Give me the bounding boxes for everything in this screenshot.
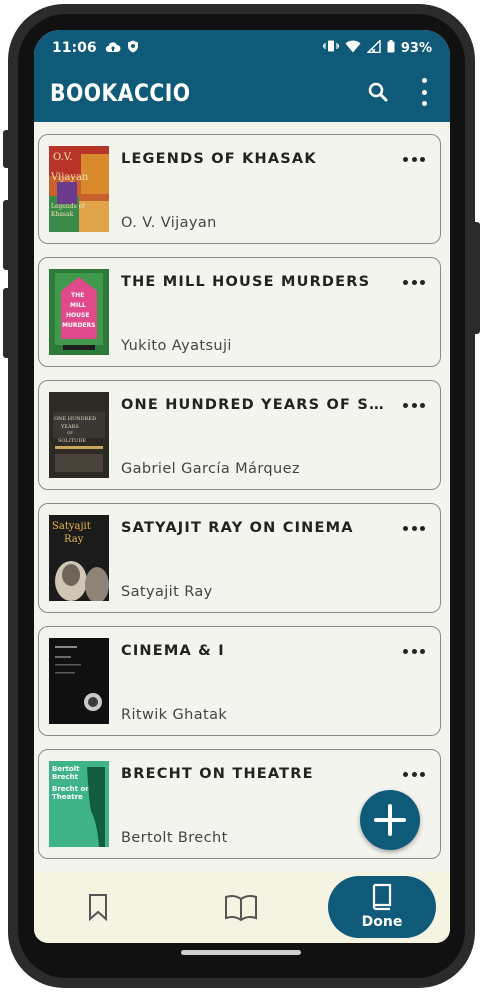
signal-icon bbox=[366, 38, 381, 57]
app-bar: BOOKACCIO bbox=[34, 72, 450, 114]
book-author: Gabriel García Márquez bbox=[121, 461, 300, 477]
cloud-upload-icon bbox=[105, 41, 121, 56]
book-card[interactable]: THE MILL HOUSE MURDERS THE MILL HOUSE MU… bbox=[38, 257, 441, 367]
battery-percent: 93% bbox=[400, 40, 432, 56]
bookmark-icon[interactable] bbox=[84, 892, 112, 922]
one-hundred-years-cover: ONE HUNDRED YEARS OF SOLITUDE bbox=[49, 392, 109, 478]
search-icon[interactable] bbox=[366, 80, 390, 104]
more-horiz-icon[interactable] bbox=[403, 157, 425, 163]
app-title: BOOKACCIO bbox=[50, 79, 191, 107]
status-right-group: 93% bbox=[322, 38, 432, 57]
svg-text:THE: THE bbox=[71, 292, 84, 299]
book-title: THE MILL HOUSE MURDERS bbox=[121, 274, 371, 290]
book-list: O.V. Vijayan Legends of Khasak LEGENDS O… bbox=[34, 122, 450, 872]
svg-text:MILL: MILL bbox=[70, 302, 86, 309]
book-author: Satyajit Ray bbox=[121, 584, 213, 600]
book-title: LEGENDS OF KHASAK bbox=[121, 151, 317, 167]
book-author: Yukito Ayatsuji bbox=[121, 338, 232, 354]
svg-text:O.V.: O.V. bbox=[53, 152, 72, 163]
book-title: CINEMA & I bbox=[121, 643, 225, 659]
book-title: ONE HUNDRED YEARS OF SOLITU... bbox=[121, 397, 389, 413]
more-horiz-icon[interactable] bbox=[403, 772, 425, 778]
brecht-on-theatre-cover: Bertolt Brecht Brecht on Theatre bbox=[49, 761, 109, 847]
cinema-and-i-cover bbox=[49, 638, 109, 724]
book-author: Bertolt Brecht bbox=[121, 830, 228, 846]
book-card[interactable]: Satyajit Ray SATYAJIT RAY ON CINEMA Saty… bbox=[38, 503, 441, 613]
book-icon bbox=[370, 883, 394, 911]
svg-text:Brecht: Brecht bbox=[52, 773, 79, 781]
shield-icon bbox=[127, 40, 139, 56]
legends-of-khasak-cover: O.V. Vijayan Legends of Khasak bbox=[49, 146, 109, 232]
plus-icon bbox=[374, 804, 406, 836]
open-book-icon[interactable] bbox=[224, 892, 257, 922]
book-title: BRECHT ON THEATRE bbox=[121, 766, 314, 782]
more-horiz-icon[interactable] bbox=[403, 280, 425, 286]
top-bar: 11:06 93% BOOKACCIO bbox=[34, 30, 450, 122]
svg-text:Vijayan: Vijayan bbox=[50, 172, 89, 183]
mill-house-murders-cover: THE MILL HOUSE MURDERS bbox=[49, 269, 109, 355]
book-card[interactable]: O.V. Vijayan Legends of Khasak LEGENDS O… bbox=[38, 134, 441, 244]
book-author: Ritwik Ghatak bbox=[121, 707, 228, 723]
svg-text:Legends of: Legends of bbox=[51, 203, 85, 210]
book-author: O. V. Vijayan bbox=[121, 215, 217, 231]
more-horiz-icon[interactable] bbox=[403, 526, 425, 532]
more-horiz-icon[interactable] bbox=[403, 649, 425, 655]
svg-text:ONE HUNDRED: ONE HUNDRED bbox=[54, 416, 96, 422]
svg-text:Satyajit: Satyajit bbox=[52, 521, 91, 532]
svg-text:Ray: Ray bbox=[64, 534, 84, 545]
status-bar: 11:06 93% bbox=[52, 37, 432, 59]
more-vert-icon[interactable] bbox=[414, 78, 434, 106]
home-indicator[interactable] bbox=[181, 950, 301, 955]
satyajit-ray-cover: Satyajit Ray bbox=[49, 515, 109, 601]
nav-done-tab[interactable]: Done bbox=[328, 876, 436, 938]
svg-text:SOLITUDE: SOLITUDE bbox=[58, 438, 86, 444]
book-card[interactable]: CINEMA & I Ritwik Ghatak bbox=[38, 626, 441, 736]
bottom-navigation: Done bbox=[34, 872, 450, 943]
app-screen: 11:06 93% BOOKACCIO O.V. Vijayan Legends… bbox=[34, 30, 450, 943]
add-book-button[interactable] bbox=[360, 790, 420, 850]
svg-text:Khasak: Khasak bbox=[51, 211, 74, 218]
status-time: 11:06 bbox=[52, 40, 97, 56]
svg-text:MURDERS: MURDERS bbox=[62, 322, 95, 329]
svg-text:Brecht on: Brecht on bbox=[52, 785, 90, 793]
wifi-icon bbox=[345, 40, 361, 57]
nav-done-label: Done bbox=[361, 914, 403, 930]
more-horiz-icon[interactable] bbox=[403, 403, 425, 409]
battery-icon bbox=[387, 39, 395, 57]
book-card[interactable]: ONE HUNDRED YEARS OF SOLITUDE ONE HUNDRE… bbox=[38, 380, 441, 490]
vibrate-icon bbox=[322, 40, 339, 56]
svg-text:OF: OF bbox=[67, 430, 73, 435]
svg-text:Bertolt: Bertolt bbox=[52, 765, 80, 773]
book-title: SATYAJIT RAY ON CINEMA bbox=[121, 520, 354, 536]
svg-text:HOUSE: HOUSE bbox=[66, 312, 89, 319]
svg-text:Theatre: Theatre bbox=[52, 793, 83, 801]
